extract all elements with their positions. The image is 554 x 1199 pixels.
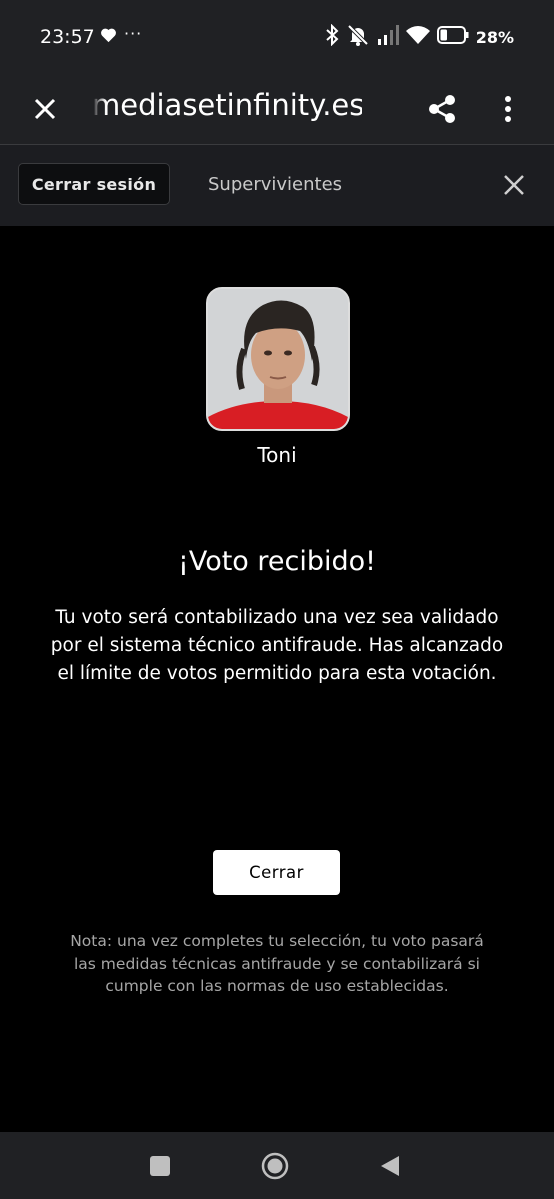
home-icon[interactable] — [261, 1152, 289, 1180]
candidate-photo — [206, 287, 350, 431]
mute-icon — [346, 24, 370, 50]
wifi-icon — [405, 25, 430, 49]
url-fade — [92, 88, 106, 128]
page-subheader: Cerrar sesión Supervivientes — [0, 145, 554, 226]
confirmation-message: Tu voto será contabilizado una vez sea v… — [50, 607, 504, 684]
close-icon[interactable] — [500, 171, 528, 199]
bluetooth-icon — [325, 23, 339, 50]
heart-icon — [100, 27, 117, 47]
signal-icon — [377, 25, 399, 49]
logout-button[interactable]: Cerrar sesión — [18, 163, 170, 205]
close-button[interactable]: Cerrar — [213, 850, 340, 895]
more-options-icon[interactable] — [496, 92, 520, 126]
battery-icon — [436, 26, 469, 48]
system-nav-bar — [0, 1132, 554, 1199]
share-icon[interactable] — [425, 92, 459, 126]
page-title: Supervivientes — [208, 174, 343, 195]
url-display[interactable]: mediasetinfinity.es — [92, 88, 362, 122]
more-notifications-icon: ··· — [124, 24, 143, 43]
recent-apps-icon[interactable] — [150, 1156, 170, 1176]
back-icon[interactable] — [379, 1154, 401, 1178]
confirmation-heading: ¡Voto recibido! — [178, 546, 376, 577]
status-bar: 23:57 ··· 28% — [0, 0, 554, 74]
close-tab-icon[interactable] — [30, 94, 60, 124]
battery-percent: 28% — [475, 27, 514, 47]
candidate-name: Toni — [257, 443, 297, 467]
antifraud-note: Nota: una vez completes tu selección, tu… — [70, 932, 484, 995]
status-time: 23:57 — [40, 26, 95, 48]
status-icons: 28% — [325, 23, 514, 50]
browser-toolbar: mediasetinfinity.es — [0, 74, 554, 145]
